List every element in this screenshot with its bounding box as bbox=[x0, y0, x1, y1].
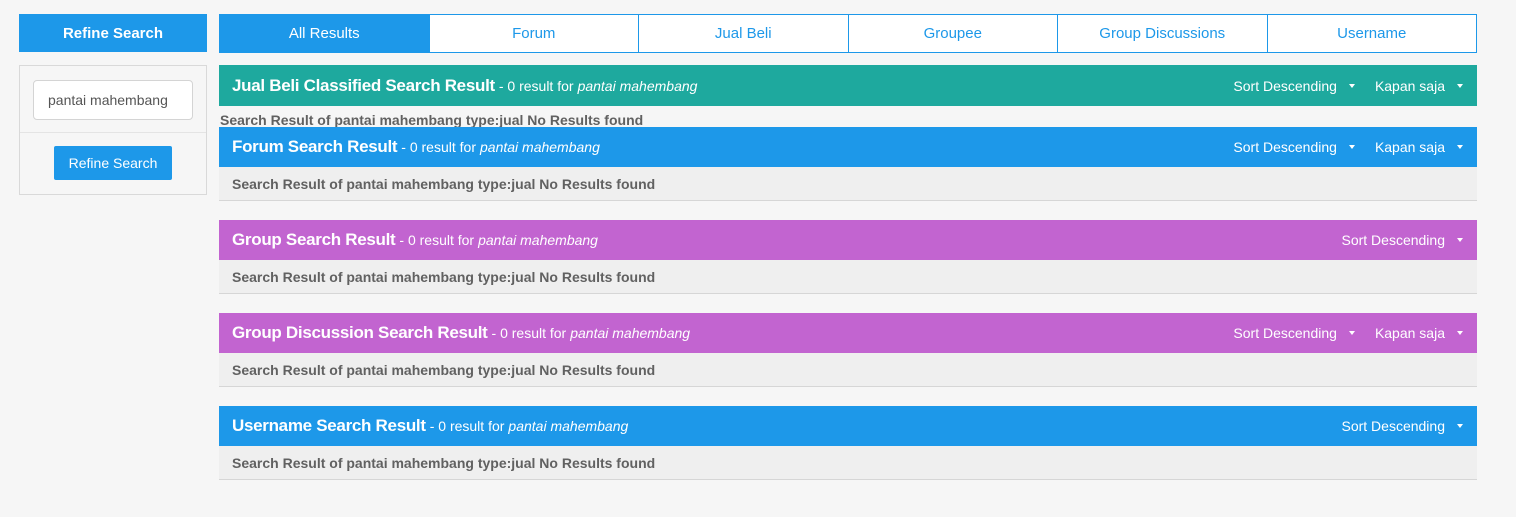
result-type-tabs: All Results Forum Jual Beli Groupee Grou… bbox=[219, 14, 1477, 53]
caret-down-icon bbox=[1457, 238, 1463, 242]
search-query: pantai mahembang bbox=[577, 77, 698, 94]
refine-button-wrapper: Refine Search bbox=[20, 133, 206, 180]
group-discussion-result-section: Group Discussion Search Result - 0 resul… bbox=[219, 313, 1477, 387]
caret-down-icon bbox=[1348, 83, 1355, 88]
tab-username[interactable]: Username bbox=[1266, 15, 1477, 52]
time-label: Kapan saja bbox=[1374, 77, 1445, 94]
section-header: Group Discussion Search Result - 0 resul… bbox=[219, 313, 1477, 353]
section-title: Group Search Result bbox=[232, 230, 396, 249]
sort-dropdown[interactable]: Sort Descending bbox=[1233, 78, 1355, 94]
tab-groupee[interactable]: Groupee bbox=[847, 15, 1058, 52]
caret-down-icon bbox=[1457, 83, 1463, 88]
caret-down-icon bbox=[1457, 331, 1463, 335]
time-dropdown[interactable]: Kapan saja bbox=[1375, 78, 1463, 94]
search-input[interactable] bbox=[33, 80, 193, 120]
section-title: Forum Search Result bbox=[232, 137, 398, 156]
refine-search-header: Refine Search bbox=[19, 14, 207, 52]
tab-jual-beli[interactable]: Jual Beli bbox=[638, 15, 848, 52]
section-header: Jual Beli Classified Search Result - 0 r… bbox=[219, 65, 1477, 106]
tab-forum[interactable]: Forum bbox=[428, 15, 639, 52]
search-query: pantai mahembang bbox=[570, 325, 691, 341]
refine-sidebar: Refine Search Refine Search bbox=[19, 14, 207, 195]
result-count: - 0 result for bbox=[399, 232, 475, 248]
result-count: - 0 result for bbox=[429, 418, 505, 434]
time-label: Kapan saja bbox=[1374, 139, 1445, 155]
caret-down-icon bbox=[1348, 145, 1355, 149]
caret-down-icon bbox=[1348, 331, 1355, 335]
sort-dropdown[interactable]: Sort Descending bbox=[1341, 232, 1463, 248]
no-results-message: Search Result of pantai mahembang type:j… bbox=[220, 112, 644, 128]
no-results-message: Search Result of pantai mahembang type:j… bbox=[219, 260, 1477, 294]
sort-label: Sort Descending bbox=[1233, 325, 1337, 341]
sort-dropdown[interactable]: Sort Descending bbox=[1233, 139, 1355, 155]
section-title: Username Search Result bbox=[232, 416, 426, 435]
search-query: pantai mahembang bbox=[508, 418, 629, 434]
jual-beli-result-section: Jual Beli Classified Search Result - 0 r… bbox=[219, 65, 1477, 128]
tab-group-discussions[interactable]: Group Discussions bbox=[1057, 15, 1267, 52]
section-header: Group Search Result - 0 result for panta… bbox=[219, 220, 1477, 260]
time-dropdown[interactable]: Kapan saja bbox=[1375, 139, 1463, 155]
no-results-message: Search Result of pantai mahembang type:j… bbox=[219, 167, 1477, 201]
search-query: pantai mahembang bbox=[480, 139, 600, 155]
group-result-section: Group Search Result - 0 result for panta… bbox=[219, 220, 1477, 294]
section-title: Group Discussion Search Result bbox=[232, 323, 488, 342]
search-input-wrapper bbox=[20, 66, 206, 133]
section-controls: Sort Descending Kapan saja bbox=[1213, 325, 1477, 341]
caret-down-icon bbox=[1457, 424, 1463, 428]
search-query: pantai mahembang bbox=[478, 232, 598, 248]
refine-search-panel: Refine Search bbox=[19, 65, 207, 195]
result-count: - 0 result for bbox=[498, 77, 574, 94]
section-controls: Sort Descending bbox=[1321, 418, 1477, 434]
sort-label: Sort Descending bbox=[1341, 418, 1445, 434]
section-controls: Sort Descending bbox=[1321, 232, 1477, 248]
section-controls: Sort Descending Kapan saja bbox=[1213, 78, 1477, 94]
time-label: Kapan saja bbox=[1374, 325, 1445, 341]
section-header: Username Search Result - 0 result for pa… bbox=[219, 406, 1477, 446]
forum-result-section: Forum Search Result - 0 result for panta… bbox=[219, 127, 1477, 201]
no-results-message: Search Result of pantai mahembang type:j… bbox=[219, 446, 1477, 480]
sort-label: Sort Descending bbox=[1233, 139, 1337, 155]
result-count: - 0 result for bbox=[401, 139, 476, 155]
sort-label: Sort Descending bbox=[1341, 232, 1445, 248]
sort-dropdown[interactable]: Sort Descending bbox=[1341, 418, 1463, 434]
section-title: Jual Beli Classified Search Result bbox=[232, 75, 495, 95]
result-count: - 0 result for bbox=[491, 325, 567, 341]
no-results-message: Search Result of pantai mahembang type:j… bbox=[219, 353, 1477, 387]
tab-all-results[interactable]: All Results bbox=[220, 15, 429, 52]
refine-search-button[interactable]: Refine Search bbox=[54, 146, 172, 180]
caret-down-icon bbox=[1457, 145, 1463, 149]
section-header: Forum Search Result - 0 result for panta… bbox=[219, 127, 1477, 167]
section-controls: Sort Descending Kapan saja bbox=[1213, 139, 1477, 155]
time-dropdown[interactable]: Kapan saja bbox=[1375, 325, 1463, 341]
username-result-section: Username Search Result - 0 result for pa… bbox=[219, 406, 1477, 480]
sort-dropdown[interactable]: Sort Descending bbox=[1233, 325, 1355, 341]
sort-label: Sort Descending bbox=[1233, 77, 1337, 94]
